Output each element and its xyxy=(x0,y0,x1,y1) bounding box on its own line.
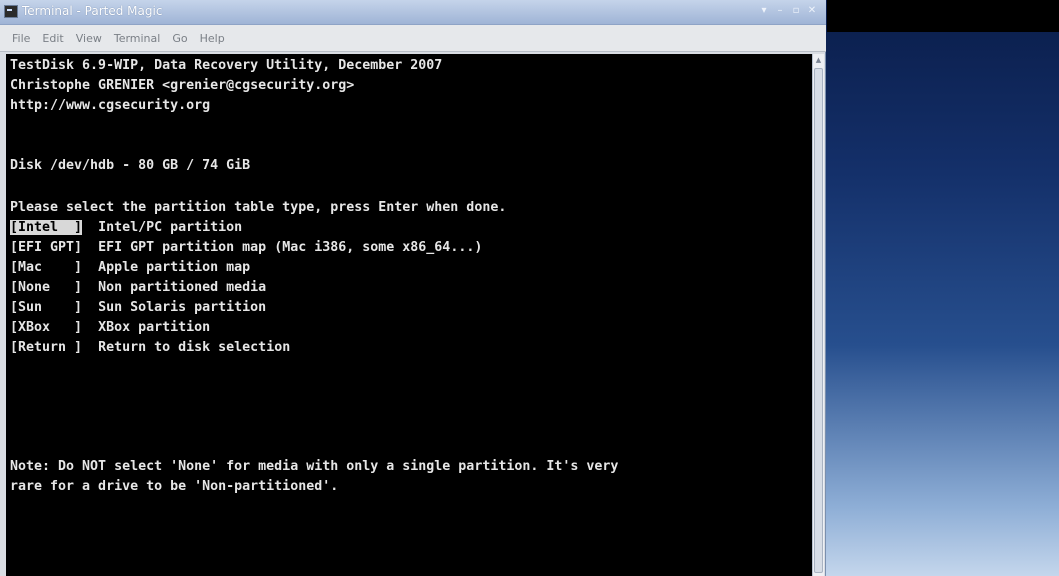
select-prompt: Please select the partition table type, … xyxy=(10,200,507,215)
option-desc-xbox: XBox partition xyxy=(98,320,211,335)
desktop-top-panel xyxy=(827,0,1059,32)
option-desc-intel: Intel/PC partition xyxy=(98,220,243,235)
option-desc-none: Non partitioned media xyxy=(98,280,267,295)
option-desc-efi-gpt: EFI GPT partition map (Mac i386, some x8… xyxy=(98,240,483,255)
menu-terminal[interactable]: Terminal xyxy=(108,32,167,45)
window-controls: ▾ – ▫ ✕ xyxy=(758,5,818,17)
option-desc-mac: Apple partition map xyxy=(98,260,251,275)
option-key-efi-gpt: [EFI GPT] xyxy=(10,240,83,255)
option-desc-sun: Sun Solaris partition xyxy=(98,300,267,315)
minimize-icon[interactable]: – xyxy=(774,5,786,17)
header-line-url: http://www.cgsecurity.org xyxy=(10,98,211,113)
option-desc-return: Return to disk selection xyxy=(98,340,291,355)
terminal-output[interactable]: TestDisk 6.9-WIP, Data Recovery Utility,… xyxy=(6,54,812,576)
scrollbar-thumb[interactable] xyxy=(814,68,823,573)
disk-info: Disk /dev/hdb - 80 GB / 74 GiB xyxy=(10,158,251,173)
header-line-author: Christophe GRENIER <grenier@cgsecurity.o… xyxy=(10,78,355,93)
menu-go[interactable]: Go xyxy=(166,32,193,45)
maximize-icon[interactable]: ▫ xyxy=(790,5,802,17)
option-intel[interactable]: [Intel ] Intel/PC partition xyxy=(10,220,242,236)
option-key-mac: [Mac ] xyxy=(10,260,83,275)
note-line-1: Note: Do NOT select 'None' for media wit… xyxy=(10,459,619,474)
option-mac[interactable]: [Mac ] Apple partition map xyxy=(10,260,250,276)
option-key-return: [Return ] xyxy=(10,340,83,355)
window-titlebar[interactable]: Terminal - Parted Magic ▾ – ▫ ✕ xyxy=(0,0,826,25)
option-key-none: [None ] xyxy=(10,280,83,295)
window-menu-icon[interactable]: ▾ xyxy=(758,5,770,17)
window-title: Terminal - Parted Magic xyxy=(22,4,163,18)
menu-help[interactable]: Help xyxy=(194,32,231,45)
option-key-intel: [Intel ] xyxy=(10,220,83,235)
terminal-app-icon xyxy=(4,5,18,18)
terminal-window: Terminal - Parted Magic ▾ – ▫ ✕ File Edi… xyxy=(0,0,826,576)
option-sun[interactable]: [Sun ] Sun Solaris partition xyxy=(10,300,266,316)
menu-view[interactable]: View xyxy=(70,32,108,45)
terminal-scrollbar[interactable]: ▲ xyxy=(812,54,824,576)
menu-edit[interactable]: Edit xyxy=(36,32,69,45)
option-none[interactable]: [None ] Non partitioned media xyxy=(10,280,266,296)
option-efi-gpt[interactable]: [EFI GPT] EFI GPT partition map (Mac i38… xyxy=(10,240,482,256)
close-icon[interactable]: ✕ xyxy=(806,5,818,17)
scroll-up-arrow-icon[interactable]: ▲ xyxy=(814,56,823,65)
option-return[interactable]: [Return ] Return to disk selection xyxy=(10,340,290,356)
note-line-2: rare for a drive to be 'Non-partitioned'… xyxy=(10,479,339,494)
option-key-sun: [Sun ] xyxy=(10,300,83,315)
header-line-title: TestDisk 6.9-WIP, Data Recovery Utility,… xyxy=(10,58,443,73)
option-key-xbox: [XBox ] xyxy=(10,320,83,335)
menu-file[interactable]: File xyxy=(0,32,36,45)
menubar: File Edit View Terminal Go Help xyxy=(0,25,826,52)
option-xbox[interactable]: [XBox ] XBox partition xyxy=(10,320,210,336)
